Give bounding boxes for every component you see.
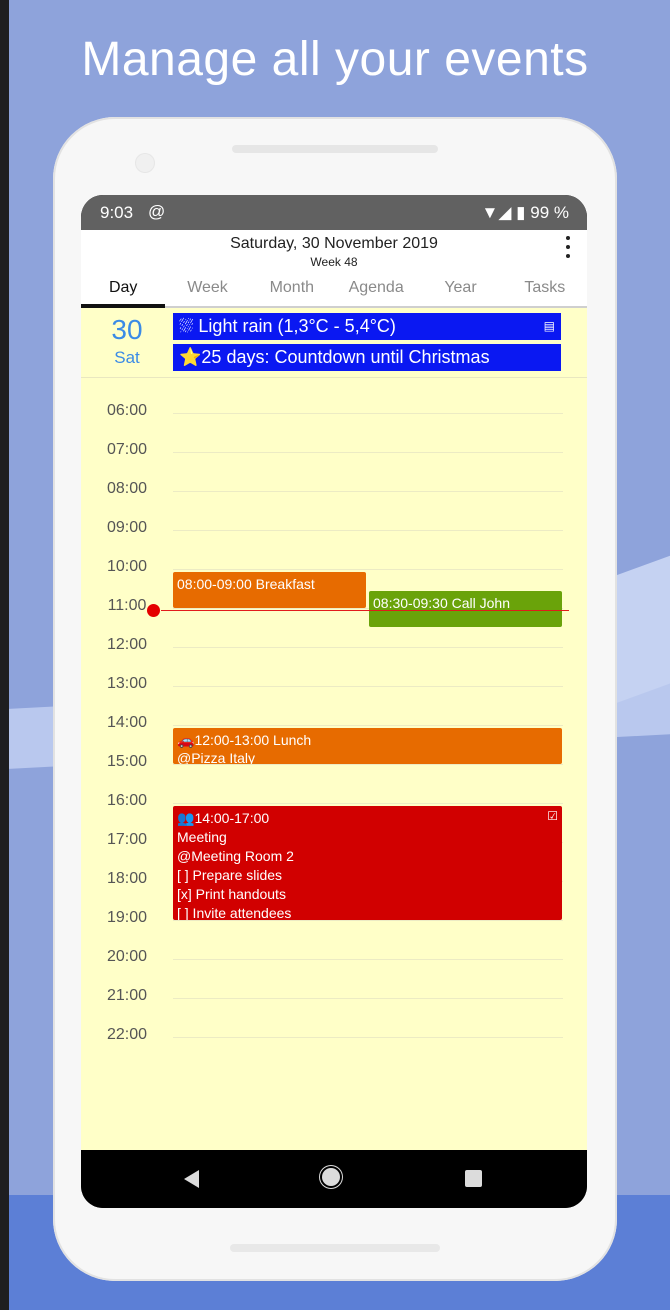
- hour-gridline: [173, 725, 563, 726]
- event-breakfast[interactable]: 08:00-09:00 Breakfast: [173, 572, 366, 608]
- current-time-line: [161, 610, 569, 611]
- hour-label: 22:00: [106, 1026, 148, 1043]
- week-number: Week 48: [310, 255, 358, 269]
- hour-label: 13:00: [106, 675, 148, 692]
- promo-headline: Manage all your events: [81, 33, 589, 86]
- car-icon: 🚗: [177, 732, 195, 748]
- tab-agenda[interactable]: Agenda: [334, 275, 418, 306]
- event-description: Meeting: [177, 829, 227, 845]
- event-title: 14:00-17:00: [194, 810, 270, 826]
- rain-icon: ⛆: [179, 316, 194, 336]
- app-bar: Saturday, 30 November 2019 Week 48 Day W…: [81, 230, 587, 308]
- task-item: [x] Print handouts: [177, 886, 286, 902]
- event-title-line: 🚗12:00-13:00 Lunch: [177, 731, 558, 749]
- event-location: @Pizza Italy: [177, 750, 256, 764]
- status-icons: ▼◢ ▮ 99 %: [482, 203, 569, 223]
- phone-screen: 9:03 @ ▼◢ ▮ 99 % Saturday, 30 November 2…: [81, 195, 587, 1208]
- tab-tasks[interactable]: Tasks: [503, 275, 587, 306]
- hour-gridline: [173, 530, 563, 531]
- date-title[interactable]: Saturday, 30 November 2019: [81, 235, 587, 253]
- hour-label: 21:00: [106, 987, 148, 1004]
- hour-gridline: [173, 686, 563, 687]
- event-title: 08:00-09:00 Breakfast: [177, 576, 315, 592]
- all-day-event-text: 25 days: Countdown until Christmas: [201, 347, 490, 367]
- recent-apps-icon[interactable]: [465, 1170, 482, 1187]
- hour-gridline: [173, 998, 563, 999]
- tab-week[interactable]: Week: [165, 275, 249, 306]
- hour-label: 15:00: [106, 753, 148, 770]
- people-icon: 👥: [177, 810, 195, 826]
- navigation-bar: [81, 1150, 587, 1208]
- hour-gridline: [173, 803, 563, 804]
- hour-label: 08:00: [106, 480, 148, 497]
- event-meeting[interactable]: ☑ 👥14:00-17:00 Meeting @Meeting Room 2 […: [173, 806, 562, 920]
- hour-label: 10:00: [106, 558, 148, 575]
- home-icon[interactable]: [322, 1168, 340, 1186]
- task-item: [ ] Prepare slides: [177, 867, 283, 883]
- hour-label: 16:00: [106, 792, 148, 809]
- hour-label: 18:00: [106, 870, 148, 887]
- hour-label: 20:00: [106, 948, 148, 965]
- hour-gridline: [173, 647, 563, 648]
- status-time: 9:03: [100, 203, 134, 222]
- hour-gridline: [173, 413, 563, 414]
- all-day-event-weather[interactable]: ⛆ Light rain (1,3°C - 5,4°C) ▤: [173, 313, 561, 340]
- event-title-line: 👥14:00-17:00: [177, 809, 558, 828]
- phone-speaker: [232, 145, 438, 153]
- hour-label: 17:00: [106, 831, 148, 848]
- event-location: @Meeting Room 2: [177, 848, 294, 864]
- tab-month[interactable]: Month: [250, 275, 334, 306]
- back-icon[interactable]: [184, 1170, 199, 1188]
- hour-label: 14:00: [106, 714, 148, 731]
- tab-year[interactable]: Year: [418, 275, 502, 306]
- hour-gridline: [173, 491, 563, 492]
- day-header: 30 Sat ⛆ Light rain (1,3°C - 5,4°C) ▤ ⭐2…: [81, 308, 587, 378]
- hour-gridline: [173, 959, 563, 960]
- hour-label: 19:00: [106, 909, 148, 926]
- day-number[interactable]: 30: [81, 314, 173, 346]
- star-icon: ⭐: [179, 347, 202, 367]
- task-item: [ ] Invite attendees: [177, 905, 292, 920]
- tab-day[interactable]: Day: [81, 275, 166, 308]
- phone-camera: [136, 154, 154, 172]
- checklist-icon: ☑: [547, 809, 558, 823]
- event-title: 12:00-13:00 Lunch: [194, 732, 312, 748]
- day-view[interactable]: 03:0004:0005:0006:0007:0008:0009:0010:00…: [81, 308, 587, 1150]
- current-time-indicator: [147, 604, 160, 617]
- hour-label: 06:00: [106, 402, 148, 419]
- hour-label: 09:00: [106, 519, 148, 536]
- all-day-event-text: Light rain (1,3°C - 5,4°C): [198, 316, 396, 336]
- all-day-event-countdown[interactable]: ⭐25 days: Countdown until Christmas: [173, 344, 561, 371]
- day-name: Sat: [114, 348, 140, 367]
- hour-gridline: [173, 569, 563, 570]
- hour-gridline: [173, 1037, 563, 1038]
- phone-bottom-bar: [230, 1244, 440, 1252]
- hour-gridline: [173, 920, 563, 921]
- hour-gridline: [173, 764, 563, 765]
- view-tabs: Day Week Month Agenda Year Tasks: [81, 275, 587, 308]
- event-lunch[interactable]: 🚗12:00-13:00 Lunch @Pizza Italy: [173, 728, 562, 764]
- hour-gridline: [173, 452, 563, 453]
- hour-label: 07:00: [106, 441, 148, 458]
- note-icon: ▤: [543, 319, 555, 333]
- hour-label: 12:00: [106, 636, 148, 653]
- overflow-menu-icon[interactable]: [561, 234, 575, 260]
- event-call-john[interactable]: 08:30-09:30 Call John: [369, 591, 562, 627]
- wifi-signal-battery-icons: ▼◢ ▮: [481, 203, 531, 222]
- sync-status-icon: @: [148, 202, 166, 221]
- status-bar: 9:03 @ ▼◢ ▮ 99 %: [81, 195, 587, 230]
- battery-level: 99 %: [530, 203, 569, 222]
